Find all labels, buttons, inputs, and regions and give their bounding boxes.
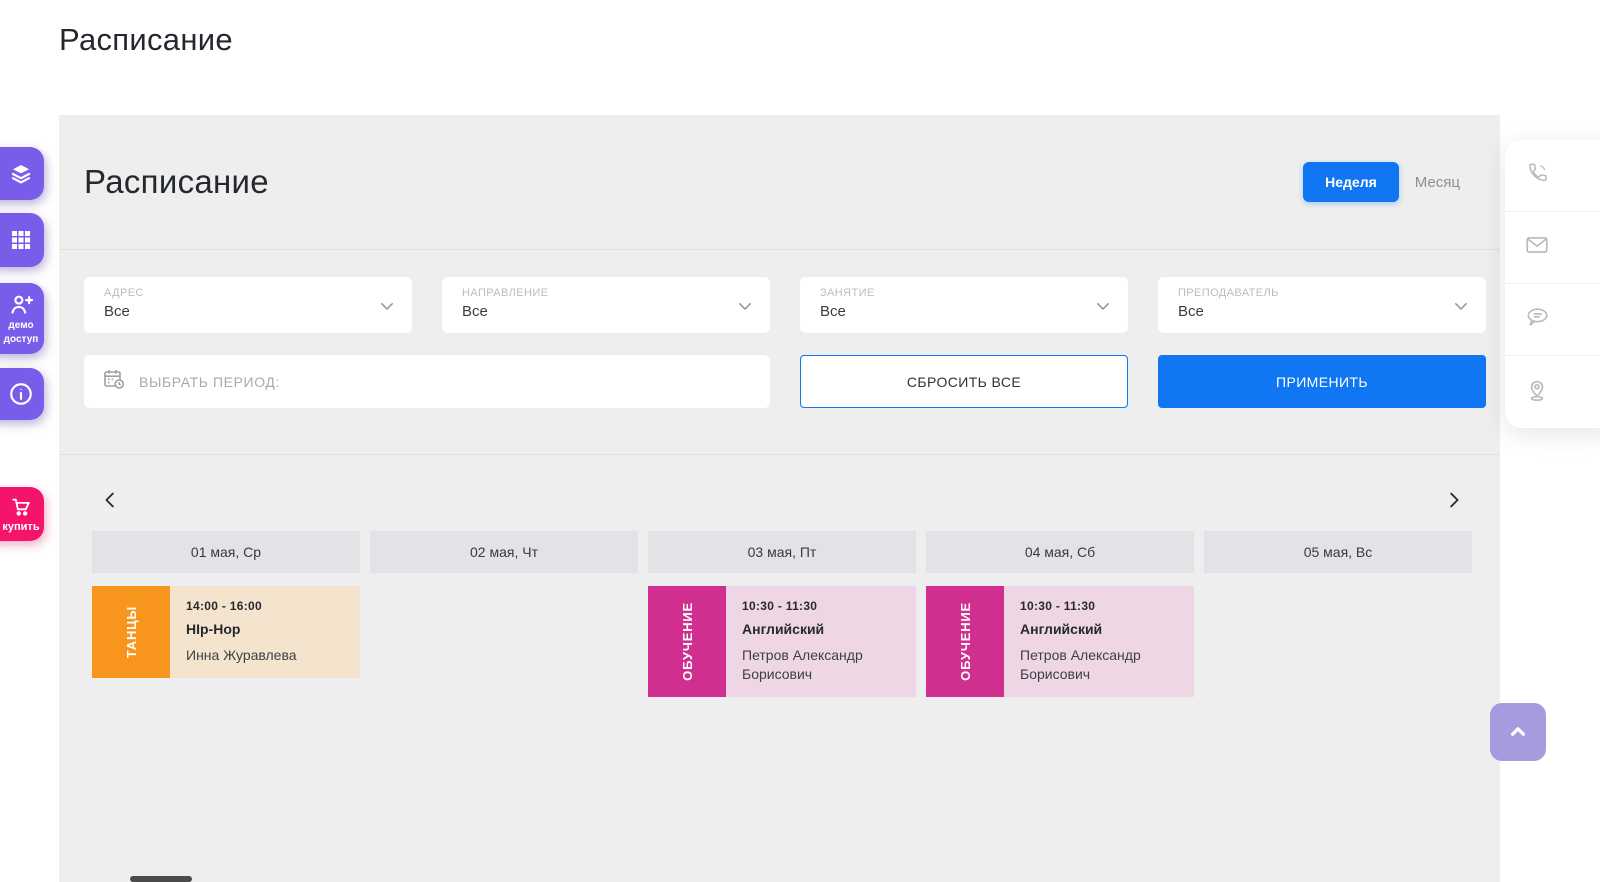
reset-all-button[interactable]: СБРОСИТЬ ВСЕ: [800, 355, 1128, 408]
week-grid: 01 мая, Ср ТАНЦЫ 14:00 - 16:00 HIp-Hop Инна…: [92, 531, 1472, 697]
day-header: 02 мая, Чт: [370, 531, 638, 573]
day-header: 05 мая, Вс: [1204, 531, 1472, 573]
teacher-filter-label: ПРЕПОДАВАТЕЛЬ: [1178, 287, 1442, 299]
schedule-card: Расписание Неделя Месяц АДРЕС Все НАПРАВ…: [59, 115, 1500, 882]
next-week-button[interactable]: [1438, 485, 1468, 515]
event-teacher: Петров Александр Борисович: [1020, 646, 1178, 684]
event-category-badge: ОБУЧЕНИЕ: [648, 586, 726, 697]
contact-panel: [1505, 140, 1600, 428]
demo-access-label-line1: демо: [8, 320, 33, 332]
chevron-up-icon: [1505, 718, 1531, 747]
event-teacher: Инна Журавлева: [186, 646, 344, 665]
grid-icon: [9, 228, 33, 252]
period-input[interactable]: ВЫБРАТЬ ПЕРИОД:: [84, 355, 770, 408]
mail-contact-button[interactable]: [1505, 212, 1600, 284]
calendar-section: 01 мая, Ср ТАНЦЫ 14:00 - 16:00 HIp-Hop Инна…: [59, 455, 1500, 697]
event-title: Английский: [742, 621, 900, 637]
event-category-label: ОБУЧЕНИЕ: [680, 602, 695, 681]
teacher-filter-value: Все: [1178, 303, 1442, 320]
apps-grid-button[interactable]: [0, 213, 44, 267]
lesson-filter-label: ЗАНЯТИЕ: [820, 287, 1084, 299]
event-time: 10:30 - 11:30: [742, 599, 900, 613]
event-body: 10:30 - 11:30 Английский Петров Александр …: [726, 586, 916, 697]
person-plus-icon: [8, 292, 34, 318]
phone-contact-button[interactable]: [1505, 140, 1600, 212]
event-card[interactable]: ТАНЦЫ 14:00 - 16:00 HIp-Hop Инна Журавлева: [92, 586, 360, 678]
chat-contact-button[interactable]: [1505, 284, 1600, 356]
direction-filter-value: Все: [462, 303, 726, 320]
teacher-filter-dropdown[interactable]: ПРЕПОДАВАТЕЛЬ Все: [1158, 277, 1486, 333]
demo-access-button[interactable]: демо доступ: [0, 283, 44, 354]
info-icon: [8, 381, 34, 407]
event-category-label: ТАНЦЫ: [124, 606, 139, 658]
demo-access-label-line2: доступ: [4, 334, 39, 346]
week-toggle-button[interactable]: Неделя: [1303, 162, 1399, 202]
page-root: Расписание демо доступ купить Расписание: [0, 0, 1600, 882]
event-time: 14:00 - 16:00: [186, 599, 344, 613]
day-header: 04 мая, Сб: [926, 531, 1194, 573]
event-category-badge: ТАНЦЫ: [92, 586, 170, 678]
direction-filter-label: НАПРАВЛЕНИЕ: [462, 287, 726, 299]
prev-week-button[interactable]: [96, 485, 126, 515]
event-card[interactable]: ОБУЧЕНИЕ 10:30 - 11:30 Английский Петров Ал…: [926, 586, 1194, 697]
event-teacher: Петров Александр Борисович: [742, 646, 900, 684]
day-header: 03 мая, Пт: [648, 531, 916, 573]
layers-button[interactable]: [0, 147, 44, 200]
buy-button[interactable]: купить: [0, 487, 44, 541]
day-column: 02 мая, Чт: [370, 531, 638, 697]
calendar-clock-icon: [102, 367, 126, 396]
chevron-down-icon: [1452, 297, 1470, 320]
day-header: 01 мая, Ср: [92, 531, 360, 573]
event-title: Английский: [1020, 621, 1178, 637]
filters-section: АДРЕС Все НАПРАВЛЕНИЕ Все ЗАНЯТИЕ Все: [59, 250, 1500, 455]
apply-button[interactable]: ПРИМЕНИТЬ: [1158, 355, 1486, 408]
card-header: Расписание Неделя Месяц: [59, 115, 1500, 250]
chat-icon: [1524, 304, 1550, 335]
location-contact-button[interactable]: [1505, 356, 1600, 428]
event-body: 10:30 - 11:30 Английский Петров Александр …: [1004, 586, 1194, 697]
chevron-down-icon: [1094, 297, 1112, 320]
scroll-to-top-button[interactable]: [1490, 703, 1546, 761]
card-heading: Расписание: [84, 163, 269, 201]
chevron-left-icon: [100, 489, 122, 511]
chevron-down-icon: [736, 297, 754, 320]
month-toggle-button[interactable]: Месяц: [1415, 174, 1460, 191]
day-column: 04 мая, Сб ОБУЧЕНИЕ 10:30 - 11:30 Английск…: [926, 531, 1194, 697]
layers-icon: [9, 162, 33, 186]
buy-button-label: купить: [2, 521, 39, 533]
page-title: Расписание: [59, 22, 233, 58]
lesson-filter-dropdown[interactable]: ЗАНЯТИЕ Все: [800, 277, 1128, 333]
chevron-right-icon: [1442, 489, 1464, 511]
info-button[interactable]: [0, 368, 44, 420]
day-column: 05 мая, Вс: [1204, 531, 1472, 697]
event-card[interactable]: ОБУЧЕНИЕ 10:30 - 11:30 Английский Петров Ал…: [648, 586, 916, 697]
address-filter-label: АДРЕС: [104, 287, 368, 299]
address-filter-value: Все: [104, 303, 368, 320]
location-icon: [1524, 377, 1550, 408]
period-input-placeholder: ВЫБРАТЬ ПЕРИОД:: [139, 374, 280, 390]
event-title: HIp-Hop: [186, 621, 344, 637]
event-time: 10:30 - 11:30: [1020, 599, 1178, 613]
address-filter-dropdown[interactable]: АДРЕС Все: [84, 277, 412, 333]
day-column: 03 мая, Пт ОБУЧЕНИЕ 10:30 - 11:30 Английск…: [648, 531, 916, 697]
mail-icon: [1524, 232, 1550, 263]
view-toggle: Неделя Месяц: [1303, 162, 1460, 202]
event-category-label: ОБУЧЕНИЕ: [958, 602, 973, 681]
cart-icon: [9, 496, 33, 518]
phone-icon: [1524, 160, 1550, 191]
event-category-badge: ОБУЧЕНИЕ: [926, 586, 1004, 697]
direction-filter-dropdown[interactable]: НАПРАВЛЕНИЕ Все: [442, 277, 770, 333]
lesson-filter-value: Все: [820, 303, 1084, 320]
event-body: 14:00 - 16:00 HIp-Hop Инна Журавлева: [170, 586, 360, 678]
day-column: 01 мая, Ср ТАНЦЫ 14:00 - 16:00 HIp-Hop Инна…: [92, 531, 360, 697]
horizontal-scrollbar-thumb[interactable]: [130, 876, 192, 882]
chevron-down-icon: [378, 297, 396, 320]
